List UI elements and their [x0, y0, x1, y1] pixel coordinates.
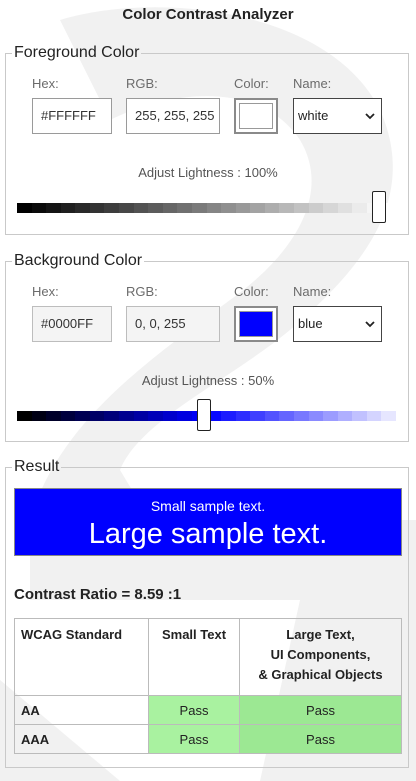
gradient-step	[148, 411, 163, 421]
header-large-line: Large Text,	[286, 627, 355, 642]
fg-name-label: Name:	[293, 76, 332, 91]
gradient-step	[104, 203, 120, 213]
gradient-step	[17, 203, 32, 213]
large-text-result: Pass	[239, 695, 402, 725]
large-text-result: Pass	[239, 724, 402, 754]
fg-name-select[interactable]: white	[293, 98, 382, 134]
fg-hex-label: Hex:	[32, 76, 59, 91]
gradient-step	[89, 411, 105, 421]
contrast-ratio: Contrast Ratio = 8.59 :1	[14, 586, 182, 603]
app-title: Color Contrast Analyzer	[122, 6, 294, 23]
header-small-text: Small Text	[148, 618, 240, 696]
bg-name-label: Name:	[293, 284, 332, 299]
fg-color-swatch-fill	[239, 103, 273, 129]
gradient-step	[119, 203, 134, 213]
wcag-header-row: WCAG Standard Small Text Large Text, UI …	[14, 618, 402, 696]
gradient-step	[31, 203, 47, 213]
header-large-line: & Graphical Objects	[258, 667, 383, 682]
gradient-step	[250, 411, 265, 421]
fg-name-value: white	[298, 108, 329, 123]
background-legend: Background Color	[14, 252, 143, 269]
level-cell: AAA	[14, 724, 149, 754]
gradient-step	[75, 411, 90, 421]
gradient-step	[352, 411, 367, 421]
fg-lightness-thumb[interactable]	[372, 191, 386, 223]
fg-rgb-label: RGB:	[126, 76, 158, 91]
bg-lightness-thumb[interactable]	[197, 399, 211, 431]
gradient-step	[31, 411, 47, 421]
table-row: AA Pass Pass	[14, 695, 402, 725]
gradient-step	[264, 411, 280, 421]
bg-rgb-label: RGB:	[126, 284, 158, 299]
chevron-down-icon	[365, 113, 375, 120]
wcag-table: WCAG Standard Small Text Large Text, UI …	[14, 618, 402, 754]
gradient-step	[279, 411, 294, 421]
gradient-step	[46, 203, 61, 213]
gradient-step	[250, 203, 265, 213]
chevron-down-icon	[365, 321, 375, 328]
gradient-step	[148, 203, 163, 213]
bg-color-swatch[interactable]	[234, 306, 278, 342]
gradient-step	[293, 411, 309, 421]
gradient-step	[323, 411, 338, 421]
header-large-line: UI Components,	[270, 647, 371, 662]
large-sample-text: Large sample text.	[88, 518, 328, 550]
gradient-step	[104, 411, 120, 421]
gradient-step	[133, 203, 149, 213]
gradient-step	[352, 203, 367, 213]
gradient-step	[60, 203, 76, 213]
fg-adjust-label: Adjust Lightness : 100%	[138, 165, 278, 180]
gradient-step	[337, 203, 353, 213]
gradient-step	[162, 203, 178, 213]
gradient-step	[206, 203, 222, 213]
small-text-result: Pass	[148, 724, 240, 754]
gradient-step	[191, 203, 207, 213]
gradient-step	[235, 203, 251, 213]
gradient-step	[177, 411, 192, 421]
gradient-step	[60, 411, 76, 421]
gradient-step	[75, 203, 90, 213]
gradient-step	[221, 203, 236, 213]
header-large-text: Large Text, UI Components, & Graphical O…	[239, 618, 402, 696]
fg-color-label: Color:	[234, 76, 269, 91]
gradient-step	[264, 203, 280, 213]
bg-hex-input[interactable]: #0000FF	[32, 306, 112, 342]
fg-hex-input[interactable]: #FFFFFF	[32, 98, 112, 134]
gradient-step	[308, 203, 324, 213]
gradient-step	[337, 411, 353, 421]
level-cell: AA	[14, 695, 149, 725]
bg-name-value: blue	[298, 316, 323, 331]
gradient-step	[133, 411, 149, 421]
gradient-step	[381, 411, 397, 421]
table-row: AAA Pass Pass	[14, 724, 402, 754]
gradient-step	[162, 411, 178, 421]
sample-preview: Small sample text. Large sample text.	[14, 488, 402, 556]
header-wcag-standard: WCAG Standard	[14, 618, 149, 696]
small-text-result: Pass	[148, 695, 240, 725]
gradient-step	[293, 203, 309, 213]
fg-rgb-input[interactable]: 255, 255, 255	[126, 98, 220, 134]
result-legend: Result	[14, 458, 60, 475]
fg-color-swatch[interactable]	[234, 98, 278, 134]
gradient-step	[46, 411, 61, 421]
gradient-step	[89, 203, 105, 213]
small-sample-text: Small sample text.	[150, 498, 266, 514]
bg-rgb-input[interactable]: 0, 0, 255	[126, 306, 220, 342]
bg-color-label: Color:	[234, 284, 269, 299]
gradient-step	[235, 411, 251, 421]
gradient-step	[17, 411, 32, 421]
bg-color-swatch-fill	[239, 311, 273, 337]
gradient-step	[221, 411, 236, 421]
gradient-step	[366, 411, 382, 421]
bg-adjust-label: Adjust Lightness : 50%	[141, 373, 275, 388]
bg-hex-label: Hex:	[32, 284, 59, 299]
bg-name-select[interactable]: blue	[293, 306, 382, 342]
gradient-step	[308, 411, 324, 421]
gradient-step	[177, 203, 192, 213]
gradient-step	[323, 203, 338, 213]
gradient-step	[279, 203, 294, 213]
foreground-legend: Foreground Color	[14, 44, 140, 61]
fg-lightness-track[interactable]	[17, 203, 397, 213]
gradient-step	[119, 411, 134, 421]
